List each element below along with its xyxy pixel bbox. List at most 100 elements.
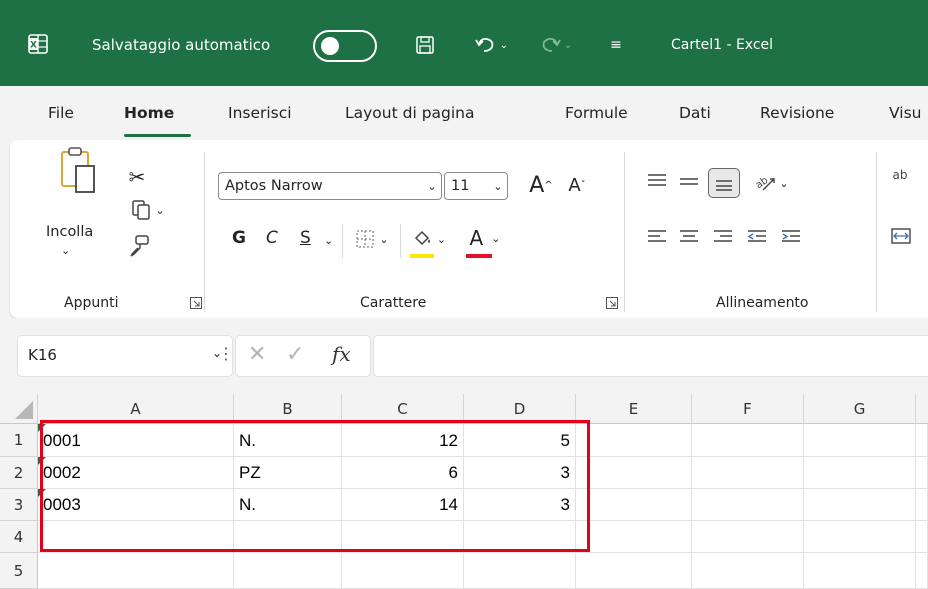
format-painter-icon[interactable] bbox=[126, 232, 152, 260]
column-header-b[interactable]: B bbox=[234, 394, 342, 424]
cell-c2[interactable]: 6 bbox=[342, 457, 464, 489]
align-bottom-button[interactable] bbox=[708, 168, 740, 198]
cell-a5[interactable] bbox=[38, 553, 234, 589]
insert-function-icon[interactable]: fx bbox=[332, 342, 351, 366]
formula-input[interactable] bbox=[374, 336, 928, 376]
cell-a1[interactable]: 0001 bbox=[38, 424, 234, 457]
cell-h2[interactable] bbox=[916, 457, 928, 489]
formula-bar-grip-icon[interactable]: ⋮ bbox=[218, 344, 234, 363]
column-header-e[interactable]: E bbox=[576, 394, 692, 424]
paste-button[interactable] bbox=[50, 140, 106, 200]
cell-f5[interactable] bbox=[692, 553, 804, 589]
cell-b2[interactable]: PZ bbox=[234, 457, 342, 489]
cell-b5[interactable] bbox=[234, 553, 342, 589]
align-center-icon[interactable] bbox=[678, 228, 700, 246]
cell-d2[interactable]: 3 bbox=[464, 457, 576, 489]
align-left-icon[interactable] bbox=[646, 228, 668, 246]
row-header-3[interactable]: 3 bbox=[0, 489, 38, 521]
cell-g2[interactable] bbox=[804, 457, 916, 489]
cancel-icon[interactable]: ✕ bbox=[248, 342, 266, 367]
undo-button[interactable]: ⌄ bbox=[466, 30, 516, 60]
autosave-toggle[interactable] bbox=[313, 30, 377, 62]
bold-button[interactable]: G bbox=[232, 228, 246, 248]
cell-h1[interactable] bbox=[916, 424, 928, 457]
cell-e2[interactable] bbox=[576, 457, 692, 489]
cell-a3[interactable]: 0003 bbox=[38, 489, 234, 521]
tab-data[interactable]: Dati bbox=[679, 104, 711, 122]
cell-g5[interactable] bbox=[804, 553, 916, 589]
align-middle-icon[interactable] bbox=[678, 174, 700, 192]
copy-button[interactable]: ⌄ bbox=[126, 196, 170, 224]
align-top-icon[interactable] bbox=[646, 172, 668, 190]
column-header-c[interactable]: C bbox=[342, 394, 464, 424]
wrap-text-icon[interactable]: ab bbox=[888, 160, 912, 190]
cell-a4[interactable] bbox=[38, 521, 234, 553]
column-header-g[interactable]: G bbox=[804, 394, 916, 424]
tab-review[interactable]: Revisione bbox=[760, 104, 834, 122]
column-header-h[interactable] bbox=[916, 394, 928, 424]
paste-dropdown-icon[interactable]: ⌄ bbox=[61, 244, 70, 257]
cell-b3[interactable]: N. bbox=[234, 489, 342, 521]
cell-e1[interactable] bbox=[576, 424, 692, 457]
fill-color-button[interactable]: ⌄ bbox=[406, 224, 452, 254]
cell-c4[interactable] bbox=[342, 521, 464, 553]
cell-e3[interactable] bbox=[576, 489, 692, 521]
save-icon[interactable] bbox=[410, 30, 440, 60]
cell-b1[interactable]: N. bbox=[234, 424, 342, 457]
cell-h3[interactable] bbox=[916, 489, 928, 521]
increase-indent-icon[interactable] bbox=[780, 228, 802, 246]
italic-button[interactable]: C bbox=[266, 228, 278, 248]
tab-view[interactable]: Visu bbox=[889, 104, 921, 122]
cell-g4[interactable] bbox=[804, 521, 916, 553]
column-header-d[interactable]: D bbox=[464, 394, 576, 424]
tab-insert[interactable]: Inserisci bbox=[228, 104, 292, 122]
tab-page-layout[interactable]: Layout di pagina bbox=[345, 104, 475, 122]
font-size-combo[interactable]: 11 ⌄ bbox=[444, 172, 508, 200]
cell-e5[interactable] bbox=[576, 553, 692, 589]
redo-button[interactable]: ⌄ bbox=[530, 30, 580, 60]
cell-g1[interactable] bbox=[804, 424, 916, 457]
row-header-2[interactable]: 2 bbox=[0, 457, 38, 489]
cell-d1[interactable]: 5 bbox=[464, 424, 576, 457]
row-header-1[interactable]: 1 bbox=[0, 424, 38, 457]
decrease-indent-icon[interactable] bbox=[746, 228, 768, 246]
font-launcher-icon[interactable] bbox=[606, 297, 618, 309]
row-header-5[interactable]: 5 bbox=[0, 553, 38, 589]
tab-formulas[interactable]: Formule bbox=[565, 104, 628, 122]
cell-f4[interactable] bbox=[692, 521, 804, 553]
cell-g3[interactable] bbox=[804, 489, 916, 521]
cell-e4[interactable] bbox=[576, 521, 692, 553]
worksheet-grid[interactable]: A B C D E F G 1 2 3 4 5 0001 N. 12 5 000… bbox=[0, 394, 928, 589]
select-all-corner[interactable] bbox=[0, 394, 38, 424]
cell-c5[interactable] bbox=[342, 553, 464, 589]
font-color-button[interactable]: A ⌄ bbox=[462, 222, 508, 254]
cut-icon[interactable]: ✂ bbox=[124, 164, 150, 190]
tab-file[interactable]: File bbox=[48, 104, 74, 122]
orientation-button[interactable]: ab ⌄ bbox=[746, 168, 796, 198]
cell-d4[interactable] bbox=[464, 521, 576, 553]
cell-f1[interactable] bbox=[692, 424, 804, 457]
row-header-4[interactable]: 4 bbox=[0, 521, 38, 553]
cell-d5[interactable] bbox=[464, 553, 576, 589]
column-header-a[interactable]: A bbox=[38, 394, 234, 424]
cell-c1[interactable]: 12 bbox=[342, 424, 464, 457]
cell-c3[interactable]: 14 bbox=[342, 489, 464, 521]
cell-h4[interactable] bbox=[916, 521, 928, 553]
increase-font-size-button[interactable]: A ^ bbox=[526, 170, 556, 200]
cell-f3[interactable] bbox=[692, 489, 804, 521]
cell-b4[interactable] bbox=[234, 521, 342, 553]
cell-f2[interactable] bbox=[692, 457, 804, 489]
borders-button[interactable]: ⌄ bbox=[350, 224, 394, 254]
enter-icon[interactable]: ✓ bbox=[286, 342, 304, 367]
customize-toolbar-icon[interactable]: ≡ bbox=[604, 30, 628, 60]
cell-h5[interactable] bbox=[916, 553, 928, 589]
merge-center-icon[interactable] bbox=[890, 226, 912, 246]
tab-home[interactable]: Home bbox=[124, 104, 174, 122]
underline-dropdown-icon[interactable]: ⌄ bbox=[324, 234, 333, 247]
font-name-combo[interactable]: Aptos Narrow ⌄ bbox=[218, 172, 442, 200]
clipboard-launcher-icon[interactable] bbox=[190, 297, 202, 309]
align-right-icon[interactable] bbox=[712, 228, 734, 246]
cell-a2[interactable]: 0002 bbox=[38, 457, 234, 489]
column-header-f[interactable]: F bbox=[692, 394, 804, 424]
decrease-font-size-button[interactable]: Aˇ bbox=[562, 170, 592, 200]
